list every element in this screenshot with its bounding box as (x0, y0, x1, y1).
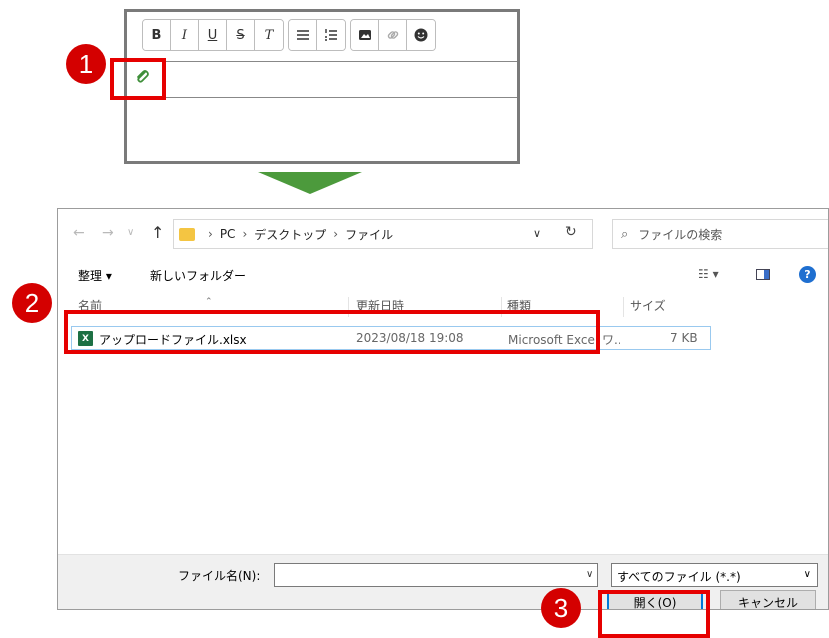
text-editor: B I U S T (124, 9, 520, 164)
attach-highlight (110, 58, 166, 100)
open-button-highlight (598, 590, 710, 638)
emoji-button[interactable] (407, 20, 435, 50)
refresh-icon[interactable]: ↻ (565, 224, 577, 240)
column-size[interactable]: サイズ (630, 297, 666, 314)
file-row-highlight (64, 310, 600, 354)
emoji-icon (414, 28, 428, 42)
step-1-badge: 1 (66, 44, 106, 84)
search-input[interactable]: ⌕ ファイルの検索 (612, 219, 828, 249)
editor-divider (127, 61, 517, 62)
chevron-down-icon: ∨ (803, 569, 811, 580)
sort-caret-icon: ⌃ (205, 297, 213, 307)
dialog-footer: ファイル名(N): ∨ すべてのファイル (*.*) ∨ 開く(O) キャンセル (58, 554, 828, 609)
underline-button[interactable]: U (199, 20, 227, 50)
path-box[interactable]: › PC › デスクトップ › ファイル (173, 219, 593, 249)
editor-divider (127, 97, 517, 98)
format-group: B I U S T (142, 19, 284, 51)
help-icon[interactable]: ? (799, 266, 816, 283)
cancel-button[interactable]: キャンセル (720, 590, 816, 609)
file-open-dialog: ← → ∨ ↑ › PC › デスクトップ › ファイル ∨ ↻ ⌕ ファイルの… (57, 208, 829, 610)
preview-pane-icon[interactable] (756, 269, 770, 280)
up-arrow-icon[interactable]: ↑ (151, 223, 164, 242)
search-placeholder: ファイルの検索 (638, 227, 723, 242)
insert-group (350, 19, 436, 51)
breadcrumb-pc[interactable]: PC (220, 227, 236, 241)
italic-button[interactable]: I (171, 20, 199, 50)
organize-button[interactable]: 整理 ▾ (78, 267, 112, 284)
strikethrough-button[interactable]: S (227, 20, 255, 50)
down-arrow (258, 172, 362, 194)
command-bar: 整理 ▾ 新しいフォルダー ☷ ▾ ? (58, 259, 828, 291)
bullet-list-button[interactable] (289, 20, 317, 50)
image-button[interactable] (351, 20, 379, 50)
chevron-right-icon: › (333, 227, 339, 241)
view-options-icon[interactable]: ☷ ▾ (698, 267, 719, 281)
breadcrumb-folder[interactable]: ファイル (345, 226, 393, 243)
list-group (288, 19, 346, 51)
link-icon (387, 31, 398, 39)
step-2-badge: 2 (12, 283, 52, 323)
file-size: 7 KB (670, 331, 698, 345)
editor-toolbar: B I U S T (142, 19, 436, 55)
chevron-right-icon: › (208, 227, 213, 241)
file-type-select[interactable]: すべてのファイル (*.*) ∨ (611, 563, 818, 587)
column-divider (623, 297, 624, 317)
folder-icon (179, 227, 195, 241)
chevron-down-icon[interactable]: ∨ (586, 569, 593, 580)
image-icon (358, 30, 371, 40)
back-arrow-icon[interactable]: ← (73, 225, 85, 241)
chevron-right-icon: › (242, 227, 248, 241)
bullet-list-icon (296, 30, 309, 40)
new-folder-button[interactable]: 新しいフォルダー (150, 267, 246, 284)
bold-button[interactable]: B (143, 20, 171, 50)
search-icon: ⌕ (621, 226, 629, 242)
forward-arrow-icon[interactable]: → (102, 225, 114, 241)
chevron-down-icon[interactable]: ∨ (533, 227, 541, 240)
link-button[interactable] (379, 20, 407, 50)
file-name-label: ファイル名(N): (178, 569, 261, 583)
file-type-filter: すべてのファイル (*.*) (617, 570, 741, 584)
file-name-input[interactable] (274, 563, 598, 587)
numbered-list-button[interactable] (317, 20, 345, 50)
address-bar: ← → ∨ ↑ › PC › デスクトップ › ファイル ∨ ↻ ⌕ ファイルの… (58, 209, 828, 259)
clear-format-button[interactable]: T (255, 20, 283, 50)
step-3-badge: 3 (541, 588, 581, 628)
recent-dropdown-icon[interactable]: ∨ (127, 227, 134, 238)
numbered-list-icon (325, 29, 337, 41)
breadcrumb-desktop[interactable]: デスクトップ (254, 226, 326, 243)
